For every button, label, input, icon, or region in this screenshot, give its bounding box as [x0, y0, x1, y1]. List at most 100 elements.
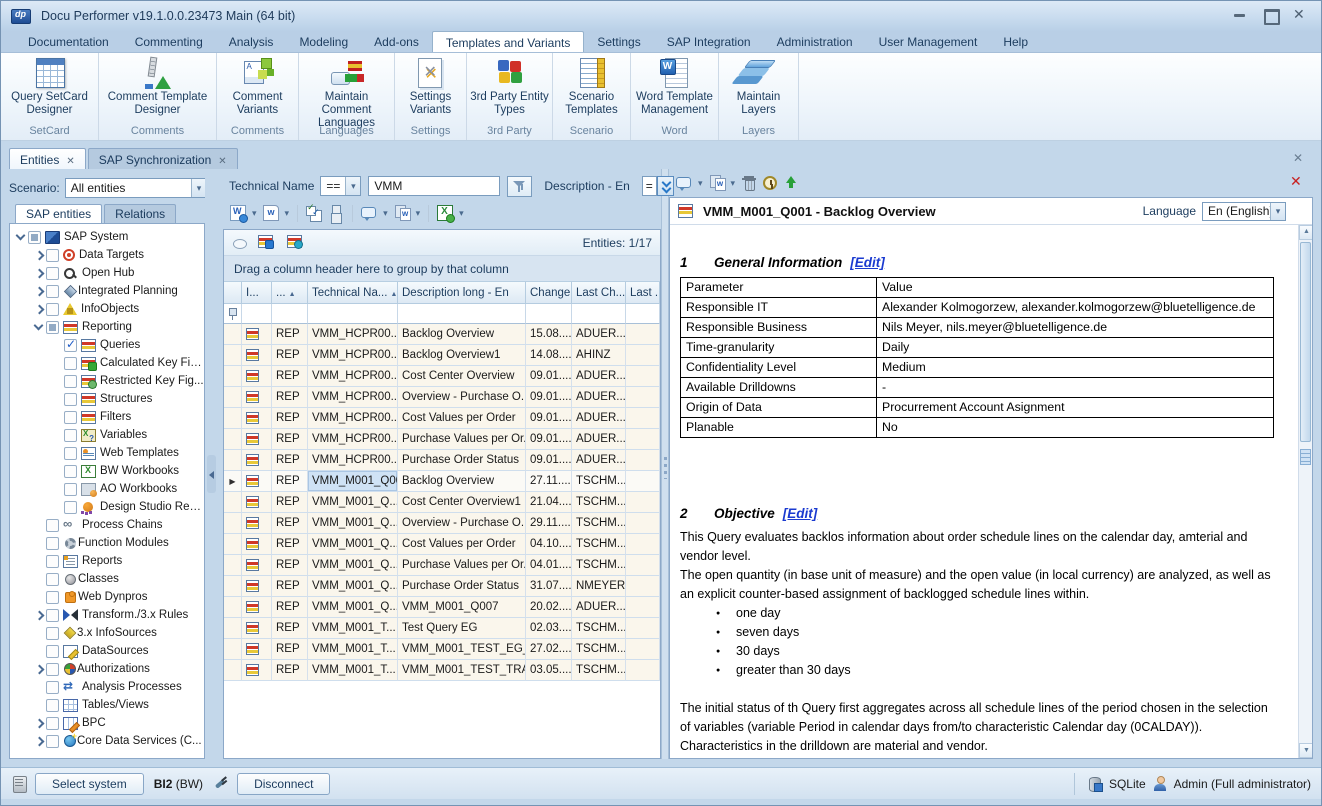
checkbox[interactable]	[64, 447, 77, 460]
checkbox[interactable]	[46, 645, 59, 658]
expander-icon[interactable]	[32, 302, 46, 316]
checkbox[interactable]	[46, 681, 59, 694]
doc-comment-button[interactable]	[673, 172, 695, 194]
table-row[interactable]: REPVMM_M001_Q001Backlog Overview27.11...…	[224, 471, 660, 492]
ribbon-button-comment-template-designer[interactable]: Comment Template Designer	[99, 56, 216, 125]
table-row[interactable]: REPVMM_M001_T...Test Query EG02.03....TS…	[224, 618, 660, 639]
filter-cell[interactable]	[242, 304, 272, 324]
ribbon-button-settings-variants[interactable]: Settings Variants	[395, 56, 466, 125]
checkbox[interactable]	[46, 285, 59, 298]
table-row[interactable]: REPVMM_M001_Q...VMM_M001_Q00720.02....AD…	[224, 597, 660, 618]
table-row[interactable]: REPVMM_M001_Q...Purchase Values per Or..…	[224, 555, 660, 576]
language-select[interactable]: En (English)	[1202, 202, 1286, 221]
checkbox[interactable]	[64, 483, 77, 496]
tree-item-function-modules[interactable]: Function Modules	[10, 534, 204, 552]
tree-item-structures[interactable]: Structures	[10, 390, 204, 408]
delete-button[interactable]	[738, 172, 760, 194]
operator-select[interactable]: ==	[320, 176, 361, 196]
ribbon-button-scenario-templates[interactable]: Scenario Templates	[553, 56, 630, 125]
tree-item-ao-workbooks[interactable]: AO Workbooks	[10, 480, 204, 498]
tree-item-open-hub[interactable]: Open Hub	[10, 264, 204, 282]
tree-item-calculated-key-fig[interactable]: Calculated Key Fig...	[10, 354, 204, 372]
tree-item-restricted-key-fig[interactable]: Restricted Key Fig...	[10, 372, 204, 390]
column-header-last-ch[interactable]: Last Ch...	[572, 282, 626, 304]
ribbon-button-query-setcard-designer[interactable]: Query SetCard Designer	[1, 56, 98, 125]
table-row[interactable]: REPVMM_M001_Q...Cost Center Overview121.…	[224, 492, 660, 513]
filter-cell[interactable]	[526, 304, 572, 324]
checkbox[interactable]	[46, 267, 59, 280]
tree-item-bw-workbooks[interactable]: BW Workbooks	[10, 462, 204, 480]
technical-name-input[interactable]	[368, 176, 500, 196]
check-all-button[interactable]	[303, 202, 325, 224]
ribbon-button-word-template-management[interactable]: Word Template Management	[631, 56, 718, 125]
checkbox[interactable]	[64, 501, 77, 514]
close-window-button[interactable]	[1291, 8, 1309, 22]
tree-item-reports[interactable]: Reports	[10, 552, 204, 570]
filter-cell[interactable]	[572, 304, 626, 324]
checkbox[interactable]	[46, 591, 59, 604]
tree-item-transform-3-x-rules[interactable]: Transform./3.x Rules	[10, 606, 204, 624]
checkbox[interactable]	[46, 717, 59, 730]
filter-cell[interactable]	[398, 304, 526, 324]
scroll-up-icon[interactable]	[1299, 225, 1313, 240]
checkbox[interactable]	[64, 339, 77, 352]
table-row[interactable]: REPVMM_M001_T...VMM_M001_TEST_TRA...03.0…	[224, 660, 660, 681]
chevron-down-icon[interactable]	[345, 177, 360, 195]
menu-tab-analysis[interactable]: Analysis	[216, 31, 287, 52]
column-header-description-long-en[interactable]: Description long - En	[398, 282, 526, 304]
double-chevron-icon[interactable]	[657, 176, 674, 196]
table-row[interactable]: REPVMM_HCPR00...Backlog Overview114.08..…	[224, 345, 660, 366]
checkbox[interactable]	[64, 465, 77, 478]
tree-item-classes[interactable]: Classes	[10, 570, 204, 588]
minimize-button[interactable]	[1231, 8, 1249, 22]
tree-item-infoobjects[interactable]: InfoObjects	[10, 300, 204, 318]
column-header-col1[interactable]: ...	[272, 282, 308, 304]
tree-item-web-templates[interactable]: Web Templates	[10, 444, 204, 462]
expander-icon[interactable]	[32, 266, 46, 280]
collapse-left-icon[interactable]	[207, 455, 216, 493]
tree-item-bpc[interactable]: BPC	[10, 714, 204, 732]
tab-entities[interactable]: Entities	[9, 148, 86, 169]
expander-icon[interactable]	[32, 248, 46, 262]
word-export-button[interactable]	[227, 202, 249, 224]
close-tab-icon[interactable]	[218, 153, 226, 167]
expander-icon[interactable]	[32, 284, 46, 298]
menu-tab-user-management[interactable]: User Management	[866, 31, 991, 52]
column-header-i[interactable]: I...	[242, 282, 272, 304]
checkbox[interactable]	[46, 555, 59, 568]
checkbox[interactable]	[46, 303, 59, 316]
close-tab-icon[interactable]	[66, 153, 74, 167]
expander-icon[interactable]	[14, 230, 28, 244]
group-by-bar[interactable]: Drag a column header here to group by th…	[224, 256, 660, 282]
column-header-change[interactable]: Change...	[526, 282, 572, 304]
table-row[interactable]: REPVMM_M001_Q...Purchase Order Status31.…	[224, 576, 660, 597]
copy-to-word-dropdown[interactable]	[413, 202, 424, 224]
filter-funnel-icon[interactable]	[507, 176, 532, 197]
tree-item-filters[interactable]: Filters	[10, 408, 204, 426]
checkbox[interactable]	[64, 375, 77, 388]
checkbox[interactable]	[46, 663, 59, 676]
menu-tab-settings[interactable]: Settings	[584, 31, 653, 52]
tab-sap-synchronization[interactable]: SAP Synchronization	[88, 148, 238, 169]
copy-to-word-button[interactable]	[391, 202, 413, 224]
copy-document-dropdown[interactable]	[728, 172, 739, 194]
description-operator[interactable]: =	[642, 176, 657, 196]
history-button[interactable]	[760, 172, 780, 194]
column-header-technical-na[interactable]: Technical Na...	[308, 282, 398, 304]
expander-icon[interactable]	[32, 662, 46, 676]
chevron-down-icon[interactable]	[1270, 203, 1285, 220]
tree-item-tables-views[interactable]: Tables/Views	[10, 696, 204, 714]
reset-layout-button[interactable]	[287, 235, 306, 251]
disconnect-button[interactable]: Disconnect	[237, 773, 330, 795]
close-panel-button[interactable]	[1289, 175, 1305, 191]
checkbox-column-button[interactable]	[325, 202, 347, 224]
tree-item-process-chains[interactable]: Process Chains	[10, 516, 204, 534]
table-row[interactable]: REPVMM_HCPR00...Purchase Values per Or..…	[224, 429, 660, 450]
comment-filter-icon[interactable]	[232, 235, 248, 251]
filter-cell[interactable]	[626, 304, 660, 324]
table-row[interactable]: REPVMM_HCPR00...Backlog Overview15.08...…	[224, 324, 660, 345]
checkbox[interactable]	[46, 699, 59, 712]
table-row[interactable]: REPVMM_HCPR00...Overview - Purchase O...…	[224, 387, 660, 408]
tree-item-integrated-planning[interactable]: Integrated Planning	[10, 282, 204, 300]
checkbox[interactable]	[64, 429, 77, 442]
